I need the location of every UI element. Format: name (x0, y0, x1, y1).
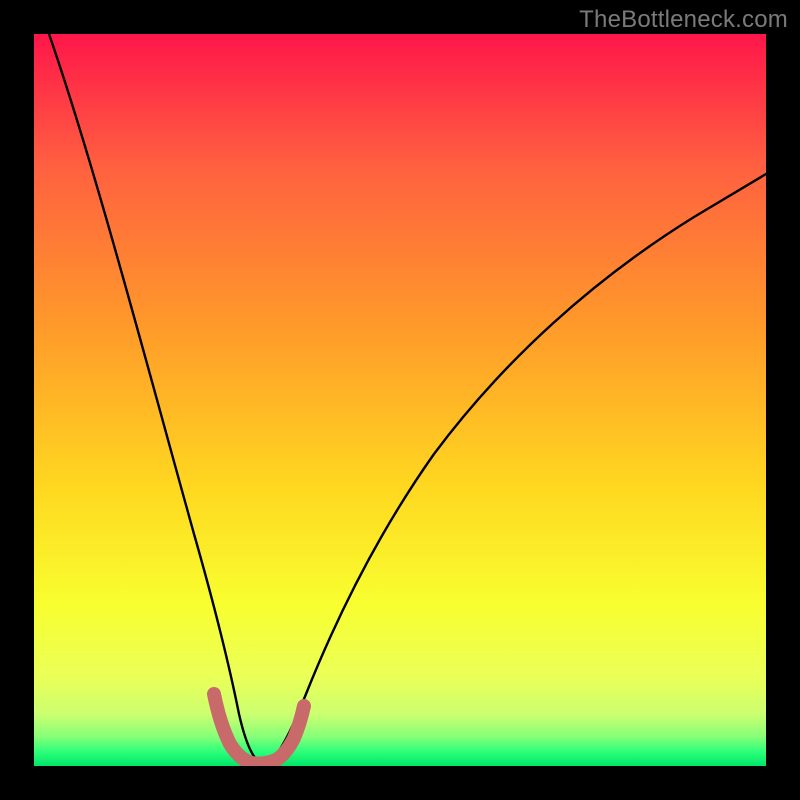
sweet-spot-marker (214, 694, 304, 764)
chart-svg (34, 34, 766, 766)
bottleneck-curve (49, 34, 766, 763)
plot-area (34, 34, 766, 766)
chart-frame: TheBottleneck.com (0, 0, 800, 800)
watermark-text: TheBottleneck.com (579, 6, 788, 34)
